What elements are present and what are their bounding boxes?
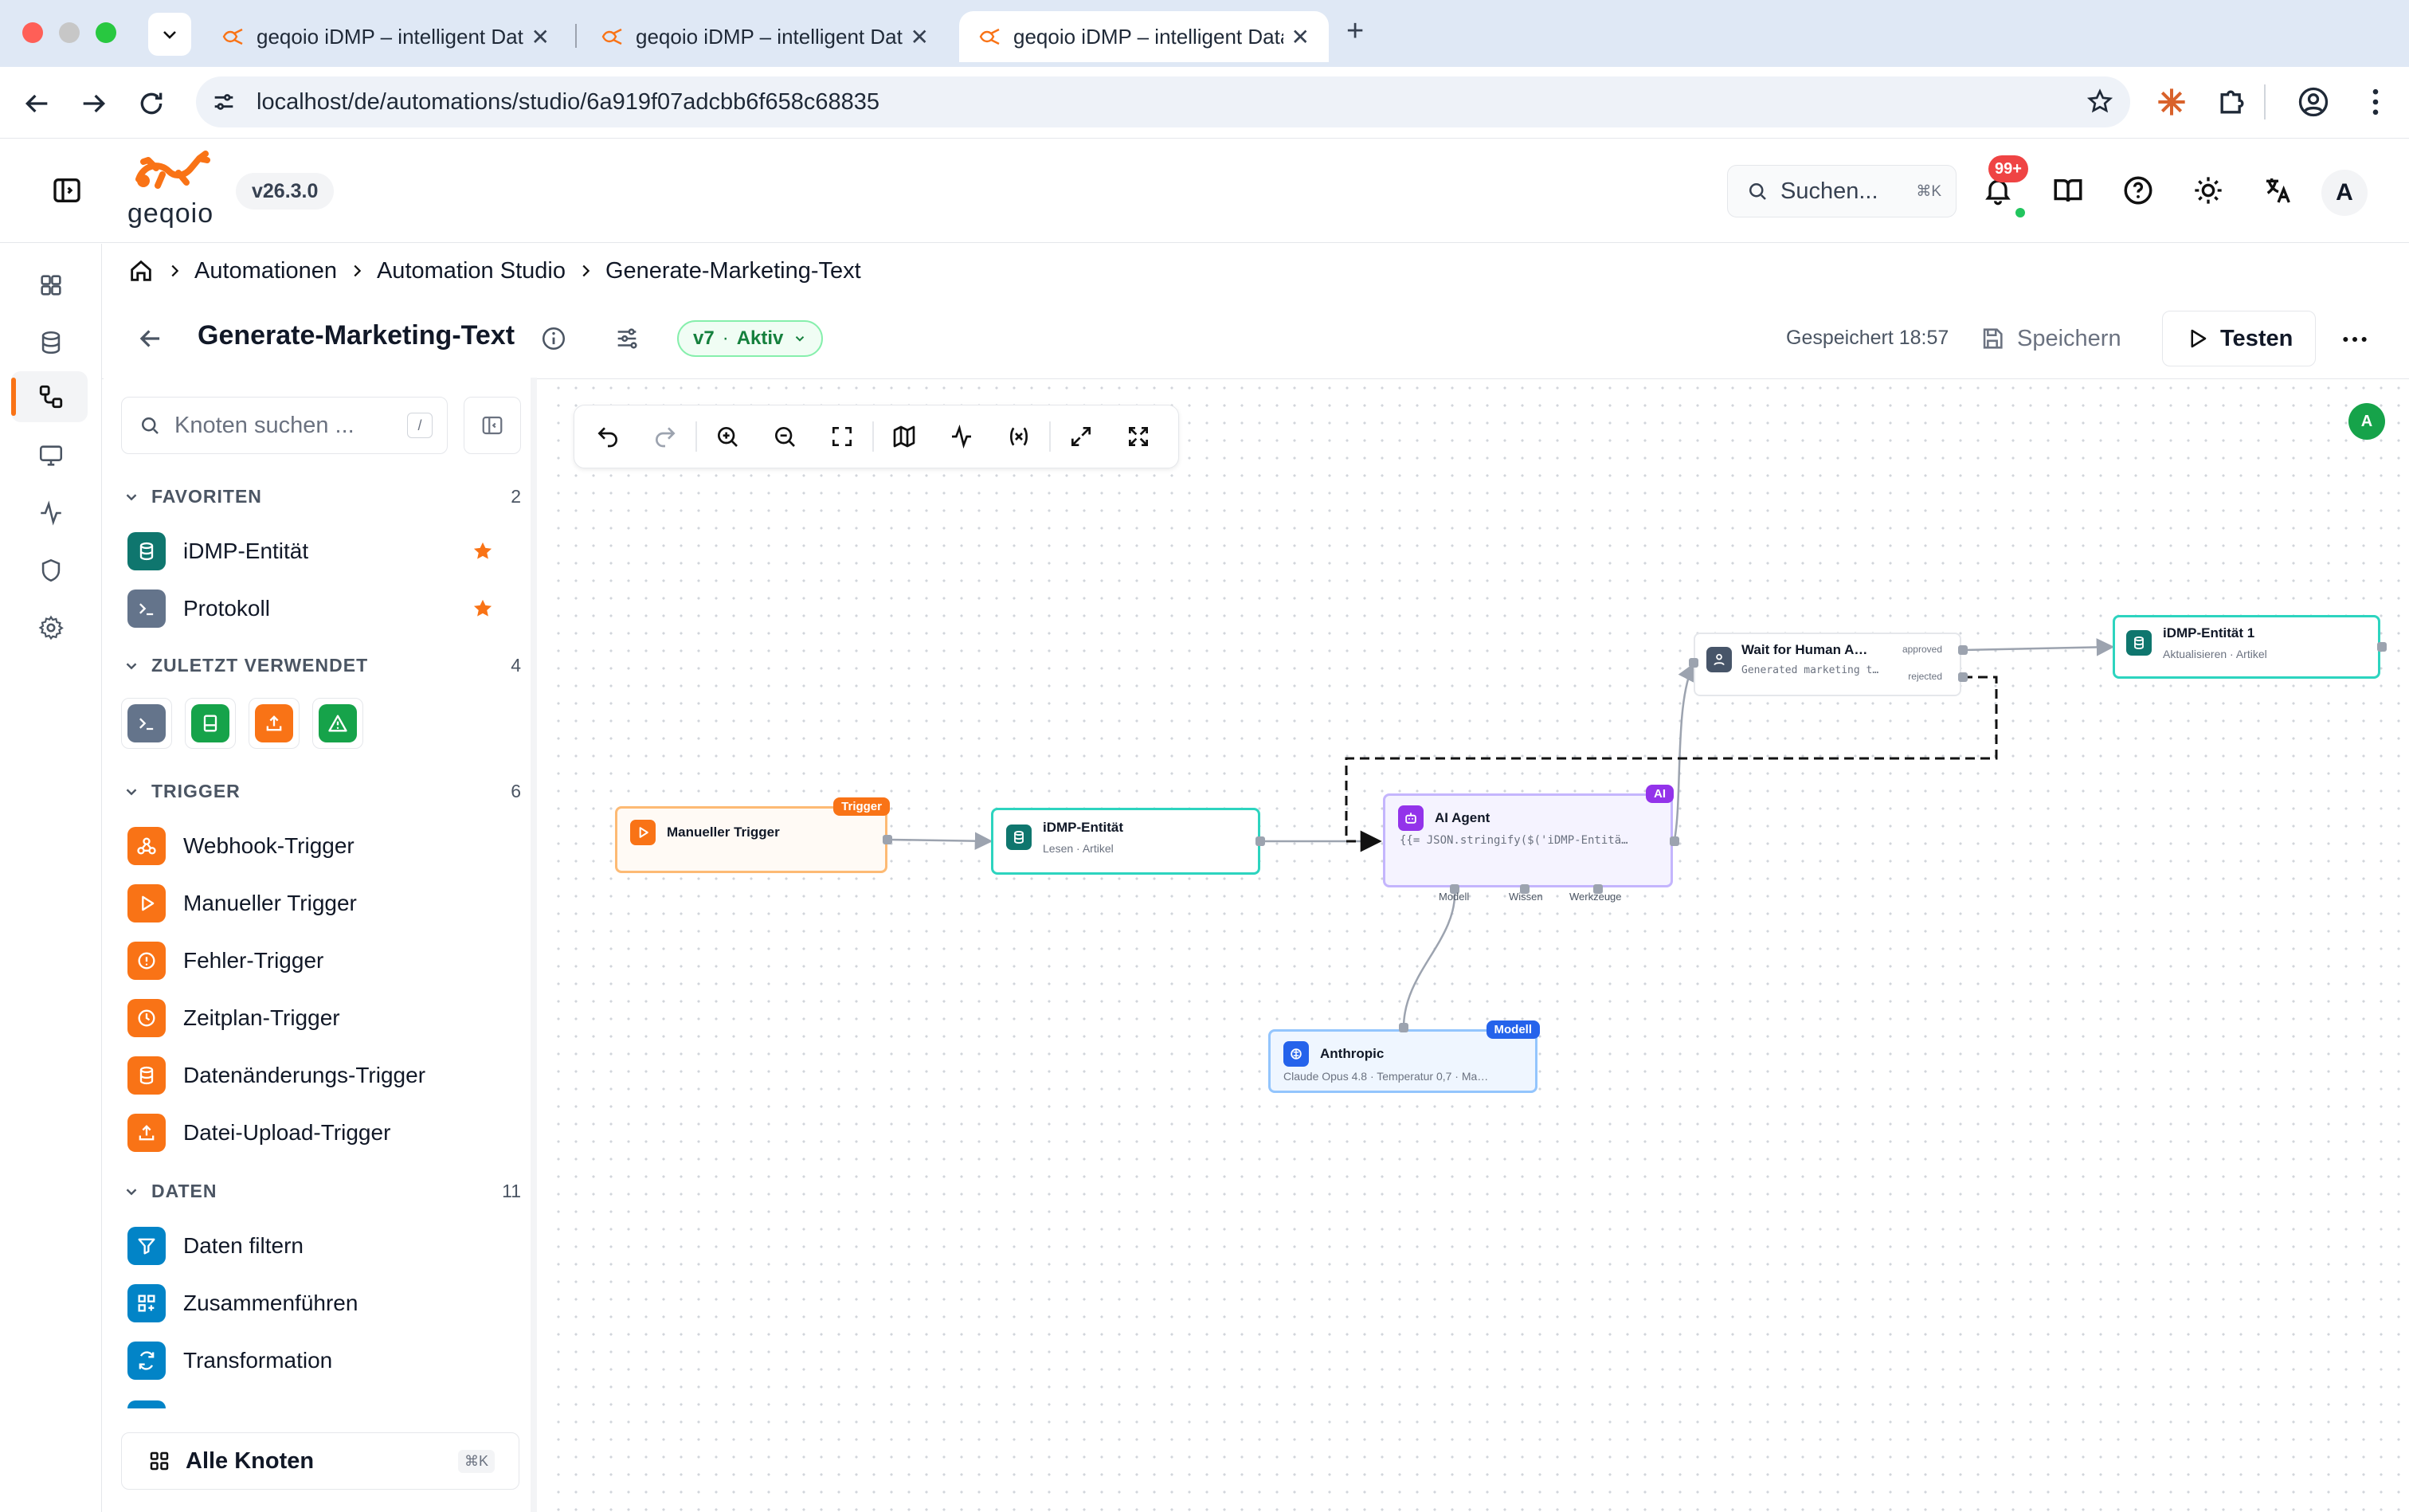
- node-subtitle: {{= JSON.stringify($('iDMP-Entitä…: [1400, 834, 1628, 847]
- port-label-knowledge: Wissen: [1509, 891, 1543, 903]
- node-title: AI Agent: [1435, 810, 1490, 825]
- output-label-rejected: rejected: [1908, 671, 1942, 682]
- input-port[interactable]: [1689, 658, 1698, 668]
- model-input-port[interactable]: [1399, 1023, 1408, 1032]
- port-label-model: Modell: [1439, 891, 1470, 903]
- port-label-tools: Werkzeuge: [1569, 891, 1622, 903]
- node-subtitle: Generated marketing t…: [1741, 664, 1879, 676]
- approved-port[interactable]: [1958, 645, 1968, 655]
- node-title: Wait for Human A…: [1741, 642, 1868, 657]
- node-title: iDMP-Entität 1: [2163, 625, 2255, 640]
- brain-icon: [1291, 1048, 1302, 1060]
- edge-model-to-anthropic: [1402, 888, 1456, 1028]
- node-wait-for-human[interactable]: Wait for Human A… Generated marketing t……: [1694, 633, 1961, 696]
- node-subtitle: Aktualisieren · Artikel: [2163, 648, 2267, 660]
- node-idmp-entity[interactable]: iDMP-Entität Lesen · Artikel: [991, 808, 1260, 875]
- play-icon: [639, 827, 648, 838]
- node-type-tag: Modell: [1486, 1020, 1540, 1039]
- node-type-tag: AI: [1646, 785, 1674, 803]
- output-label-approved: approved: [1902, 644, 1942, 655]
- node-idmp-entity-1[interactable]: iDMP-Entität 1 Aktualisieren · Artikel: [2113, 615, 2380, 679]
- node-subtitle: Claude Opus 4.8 · Temperatur 0,7 · Ma…: [1283, 1070, 1489, 1083]
- node-type-tag: Trigger: [833, 797, 890, 816]
- rejected-port[interactable]: [1958, 672, 1968, 682]
- node-title: Manueller Trigger: [667, 825, 780, 840]
- robot-icon: [1405, 813, 1416, 824]
- workflow-connections: [888, 638, 2115, 1028]
- output-port[interactable]: [1255, 836, 1265, 846]
- node-title: Anthropic: [1320, 1046, 1385, 1061]
- database-icon: [1014, 831, 1024, 844]
- output-port[interactable]: [883, 835, 892, 844]
- edge-approved-to-entity1: [1962, 638, 2115, 656]
- output-port[interactable]: [1670, 836, 1679, 846]
- node-manual-trigger[interactable]: Manueller Trigger Trigger: [615, 797, 890, 873]
- output-port[interactable]: [2377, 642, 2387, 652]
- edge-agent-to-wait: [1673, 663, 1695, 840]
- node-anthropic-model[interactable]: Anthropic Claude Opus 4.8 · Temperatur 0…: [1268, 1020, 1540, 1093]
- edge-trigger-to-entity: [888, 832, 993, 850]
- node-subtitle: Lesen · Artikel: [1043, 842, 1114, 855]
- node-title: iDMP-Entität: [1043, 820, 1124, 835]
- database-icon: [2134, 637, 2144, 650]
- node-ai-agent[interactable]: AI Agent {{= JSON.stringify($('iDMP-Enti…: [1383, 785, 1674, 887]
- user-icon: [1714, 653, 1725, 665]
